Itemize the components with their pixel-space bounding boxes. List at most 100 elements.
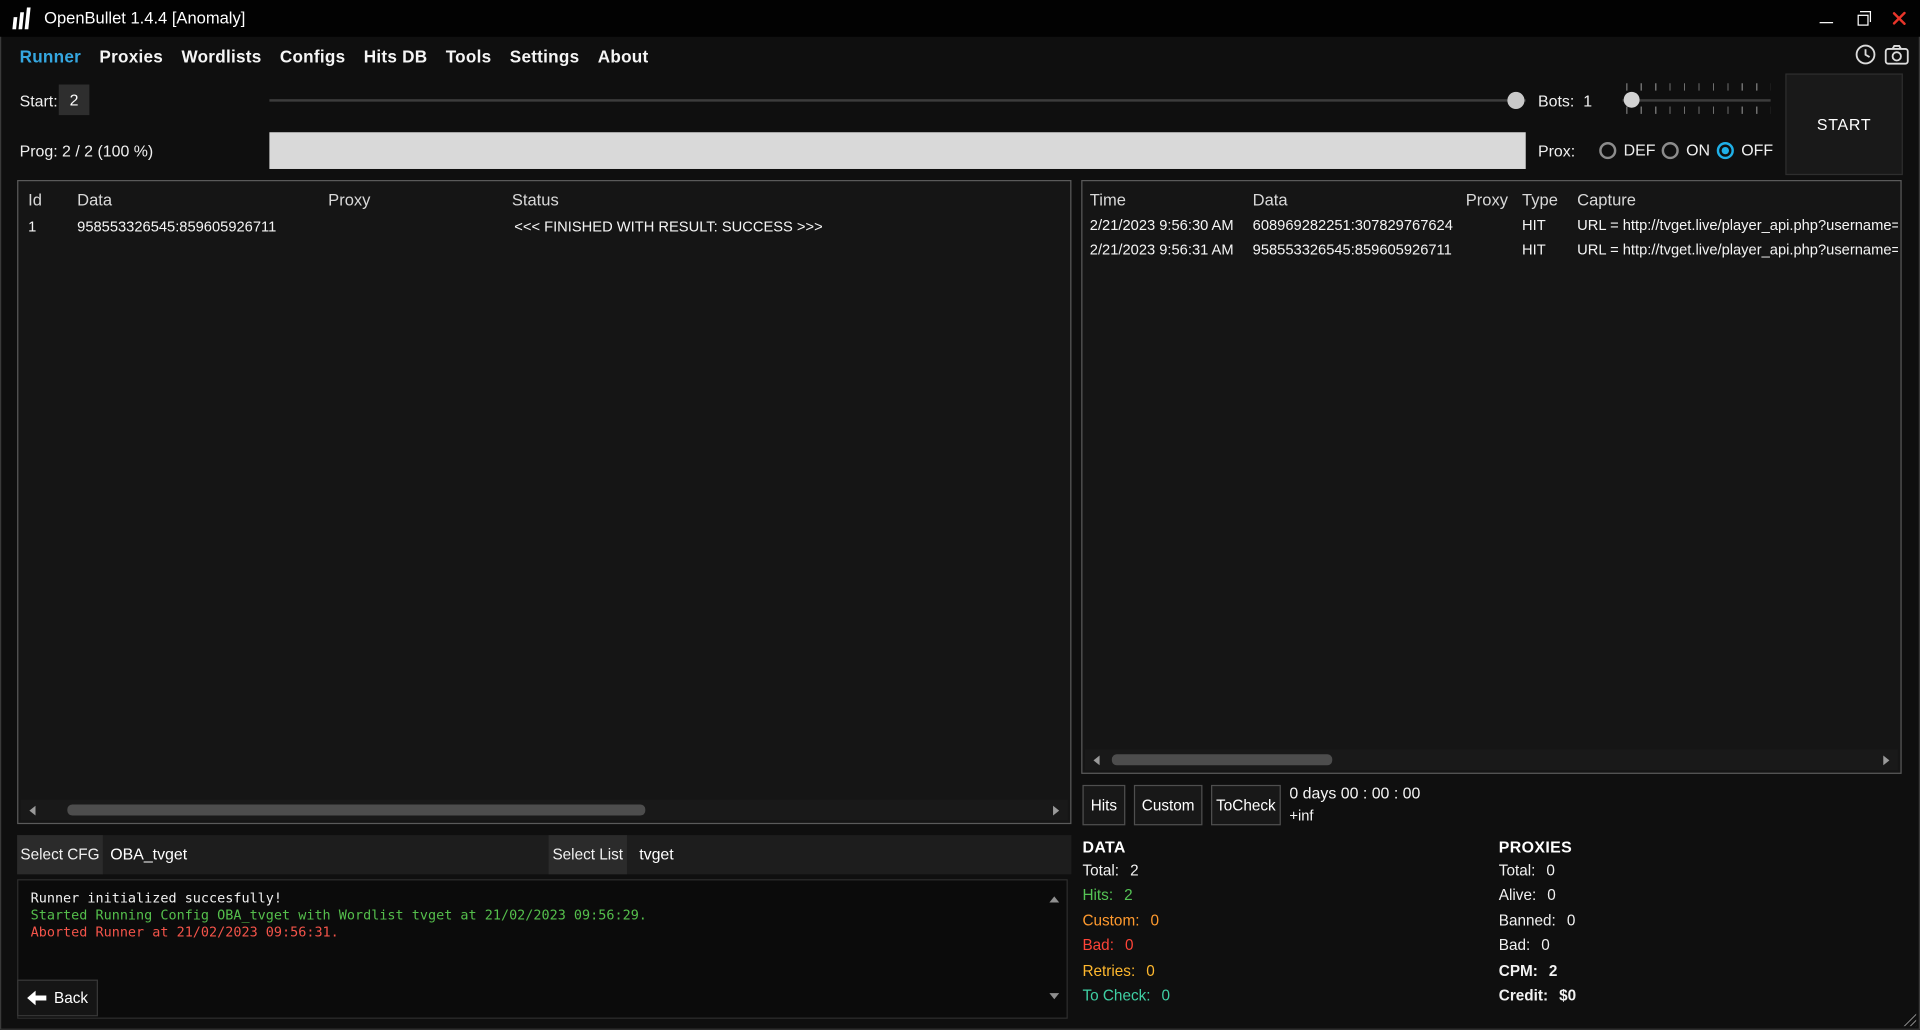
prox-radio-off[interactable]: OFF	[1717, 141, 1773, 159]
results-panel: Id Data Proxy Status 1 958553326545:8596…	[17, 180, 1071, 824]
bots-label: Bots:	[1538, 92, 1574, 110]
results-cell-data: 958553326545:859605926711	[77, 218, 276, 235]
hits-row[interactable]: 2/21/2023 9:56:31 AM 958553326545:859605…	[1082, 241, 1900, 264]
stat-data-bad: Bad:0	[1082, 937, 1133, 954]
bots-slider-ticks-top	[1626, 83, 1770, 90]
back-button-label: Back	[54, 989, 88, 1006]
back-arrow-icon	[27, 991, 47, 1006]
menu-item-about[interactable]: About	[598, 47, 649, 67]
wordlist-name-field[interactable]: tvget	[639, 835, 674, 874]
runner-log[interactable]: Runner initialized succesfully! Started …	[17, 879, 1068, 1019]
progress-fill	[269, 132, 1525, 169]
menu-item-settings[interactable]: Settings	[510, 47, 580, 67]
select-list-button[interactable]: Select List	[549, 835, 627, 874]
hits-header-type: Type	[1522, 191, 1558, 209]
start-button[interactable]: START	[1785, 73, 1903, 175]
start-input[interactable]	[59, 84, 90, 115]
title-bar: OpenBullet 1.4.4 [Anomaly]	[0, 0, 1920, 37]
bots-slider[interactable]	[1622, 99, 1770, 101]
results-hscrollbar	[21, 800, 1068, 821]
scroll-left-icon[interactable]	[29, 806, 35, 816]
log-line: Started Running Config OBA_tvget with Wo…	[31, 908, 1055, 925]
results-cell-status: <<< FINISHED WITH RESULT: SUCCESS >>>	[514, 218, 822, 235]
hits-row[interactable]: 2/21/2023 9:56:30 AM 608969282251:307829…	[1082, 217, 1900, 240]
results-header-status: Status	[512, 191, 559, 209]
data-stats-title: DATA	[1082, 838, 1125, 856]
restore-icon	[1857, 15, 1868, 26]
radio-on-circle[interactable]	[1662, 141, 1679, 158]
radio-def-circle[interactable]	[1599, 141, 1616, 158]
proxies-stats-title: PROXIES	[1499, 838, 1572, 856]
menu-item-wordlists[interactable]: Wordlists	[181, 47, 261, 67]
hits-hscrollbar	[1085, 749, 1898, 770]
scroll-left-icon[interactable]	[1093, 756, 1099, 766]
menu-bar: Runner Proxies Wordlists Configs Hits DB…	[0, 37, 1920, 76]
stat-data-custom: Custom:0	[1082, 912, 1159, 929]
stat-data-retries: Retries:0	[1082, 962, 1154, 979]
scroll-right-icon[interactable]	[1053, 806, 1059, 816]
results-header-data: Data	[77, 191, 112, 209]
hits-panel: Time Data Proxy Type Capture 2/21/2023 9…	[1081, 180, 1901, 774]
app-logo-icon	[11, 7, 33, 35]
back-button[interactable]: Back	[17, 980, 98, 1017]
hit-cell-time: 2/21/2023 9:56:31 AM	[1090, 241, 1234, 258]
hits-hscroll-thumb[interactable]	[1112, 754, 1332, 765]
config-name-field[interactable]: OBA_tvget	[110, 835, 187, 874]
stat-data-hits: Hits:2	[1082, 887, 1132, 904]
stat-credit: Credit:$0	[1499, 987, 1576, 1004]
window-controls	[1807, 0, 1917, 37]
radio-def-label: DEF	[1624, 141, 1656, 159]
radio-on-label: ON	[1686, 141, 1710, 159]
log-scroll-down-icon[interactable]	[1049, 993, 1059, 999]
hits-header-proxy: Proxy	[1466, 191, 1508, 209]
radio-off-circle[interactable]	[1717, 141, 1734, 158]
tab-custom[interactable]: Custom	[1134, 785, 1203, 825]
log-line: Aborted Runner at 21/02/2023 09:56:31.	[31, 925, 1055, 942]
progress-label: Prog: 2 / 2 (100 %)	[20, 142, 154, 160]
menu-icons	[1854, 43, 1909, 72]
close-button[interactable]	[1881, 0, 1918, 37]
log-line: Runner initialized succesfully!	[31, 890, 1055, 907]
main-slider[interactable]	[269, 99, 1525, 101]
bots-value: 1	[1583, 92, 1592, 110]
minimize-button[interactable]	[1807, 0, 1844, 37]
hit-cell-type: HIT	[1522, 241, 1546, 258]
menu-item-hitsdb[interactable]: Hits DB	[364, 47, 428, 67]
results-header-id: Id	[28, 191, 42, 209]
hit-cell-time: 2/21/2023 9:56:30 AM	[1090, 217, 1234, 234]
results-hscroll-thumb[interactable]	[67, 804, 645, 815]
hits-header-data: Data	[1253, 191, 1288, 209]
hit-cell-data: 608969282251:307829767624	[1253, 217, 1453, 234]
bots-slider-thumb[interactable]	[1624, 92, 1640, 108]
menu-item-tools[interactable]: Tools	[446, 47, 492, 67]
resize-grip[interactable]	[1902, 1012, 1917, 1027]
progress-bar	[269, 132, 1525, 169]
history-clock-icon[interactable]	[1854, 43, 1877, 72]
openbullet-window: OpenBullet 1.4.4 [Anomaly] Runner Proxie…	[0, 0, 1920, 1030]
scroll-right-icon[interactable]	[1883, 756, 1889, 766]
hit-cell-capture: URL = http://tvget.live/player_api.php?u…	[1577, 217, 1898, 234]
menu-item-proxies[interactable]: Proxies	[99, 47, 163, 67]
menu-item-configs[interactable]: Configs	[280, 47, 346, 67]
results-row[interactable]: 1 958553326545:859605926711 <<< FINISHED…	[18, 218, 1070, 241]
close-icon	[1891, 10, 1908, 27]
window-title: OpenBullet 1.4.4 [Anomaly]	[44, 0, 245, 37]
cpm-cap-label: +inf	[1289, 807, 1313, 824]
hits-header-time: Time	[1090, 191, 1126, 209]
stat-proxies-banned: Banned:0	[1499, 912, 1576, 929]
select-cfg-button[interactable]: Select CFG	[17, 835, 103, 874]
menu-item-runner[interactable]: Runner	[20, 47, 81, 67]
camera-icon[interactable]	[1885, 44, 1909, 71]
tab-hits[interactable]: Hits	[1082, 785, 1125, 825]
hit-cell-type: HIT	[1522, 217, 1546, 234]
stat-proxies-bad: Bad:0	[1499, 937, 1550, 954]
tab-tocheck[interactable]: ToCheck	[1211, 785, 1281, 825]
log-scroll-up-icon[interactable]	[1049, 896, 1059, 902]
prox-radio-def[interactable]: DEF	[1599, 141, 1655, 159]
radio-off-label: OFF	[1741, 141, 1773, 159]
maximize-button[interactable]	[1844, 0, 1881, 37]
hits-header-capture: Capture	[1577, 191, 1636, 209]
stat-data-total: Total:2	[1082, 862, 1138, 879]
prox-radio-on[interactable]: ON	[1662, 141, 1710, 159]
main-slider-thumb[interactable]	[1507, 92, 1524, 109]
